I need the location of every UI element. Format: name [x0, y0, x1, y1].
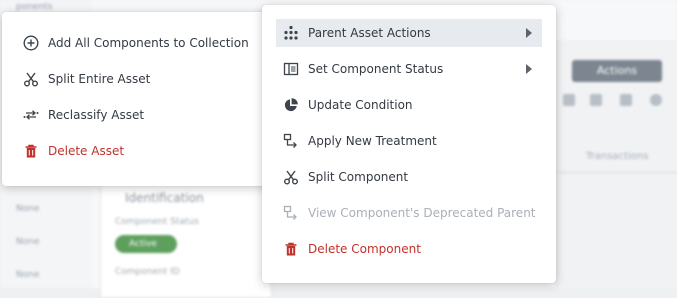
set-component-status-item[interactable]: Set Component Status: [276, 55, 542, 83]
split-component-item[interactable]: Split Component: [282, 163, 408, 191]
identification-card: Identification Component Status Active C…: [100, 176, 272, 298]
delete-component-item[interactable]: Delete Component: [282, 235, 421, 263]
item-label: Delete Component: [308, 242, 421, 256]
status-badge: Active: [115, 235, 177, 253]
reclassify-asset-item[interactable]: Reclassify Asset: [22, 101, 144, 129]
item-label: Delete Asset: [48, 144, 125, 158]
card-status-label: Component Status: [115, 217, 199, 227]
card-title: Identification: [125, 191, 204, 205]
view-deprecated-parent-item: View Component's Deprecated Parent: [282, 199, 536, 227]
hierarchy-icon: [282, 24, 300, 42]
item-label: View Component's Deprecated Parent: [308, 206, 536, 220]
item-label: Update Condition: [308, 98, 413, 112]
treatment-arrow-icon: [282, 132, 300, 150]
trash-icon: [282, 240, 300, 258]
sidebar-text: None: [16, 237, 40, 247]
item-label: Split Component: [308, 170, 409, 184]
add-all-components-to-collection-item[interactable]: Add All Components to Collection: [22, 29, 249, 57]
scissors-icon: [282, 168, 300, 186]
parent-asset-actions-menu: Add All Components to Collection Split E…: [2, 12, 271, 186]
toolbar-icon: [563, 94, 575, 106]
actions-button[interactable]: Actions: [572, 60, 662, 82]
item-label: Apply New Treatment: [308, 134, 437, 148]
toolbar-icon: [590, 94, 602, 106]
transactions-tab: Transactions: [586, 151, 649, 162]
item-label: Parent Asset Actions: [308, 26, 431, 40]
delete-asset-item[interactable]: Delete Asset: [22, 137, 124, 165]
toolbar-icon: [620, 94, 632, 106]
toolbar-icon: [650, 94, 662, 106]
update-condition-item[interactable]: Update Condition: [282, 91, 413, 119]
item-label: Add All Components to Collection: [48, 36, 249, 50]
sidebar-text: None: [16, 270, 40, 280]
submenu-arrow-icon: [526, 28, 532, 38]
pie-chart-icon: [282, 96, 300, 114]
reclassify-arrows-icon: [22, 106, 40, 124]
item-label: Set Component Status: [308, 62, 444, 76]
tab-divider: [556, 172, 677, 173]
split-entire-asset-item[interactable]: Split Entire Asset: [22, 65, 150, 93]
trash-icon: [22, 142, 40, 160]
submenu-arrow-icon: [526, 64, 532, 74]
plus-circle-icon: [22, 34, 40, 52]
treatment-arrow-icon: [282, 204, 300, 222]
sidebar-text: None: [16, 204, 40, 214]
item-label: Reclassify Asset: [48, 108, 145, 122]
item-label: Split Entire Asset: [48, 72, 151, 86]
parent-asset-actions-item[interactable]: Parent Asset Actions: [276, 19, 542, 47]
card-id-label: Component ID: [115, 267, 180, 277]
apply-new-treatment-item[interactable]: Apply New Treatment: [282, 127, 437, 155]
sidebar-text: ponents: [16, 2, 53, 12]
component-actions-menu: Parent Asset Actions Set Component Statu…: [262, 5, 556, 283]
status-panel-icon: [282, 60, 300, 78]
scissors-icon: [22, 70, 40, 88]
